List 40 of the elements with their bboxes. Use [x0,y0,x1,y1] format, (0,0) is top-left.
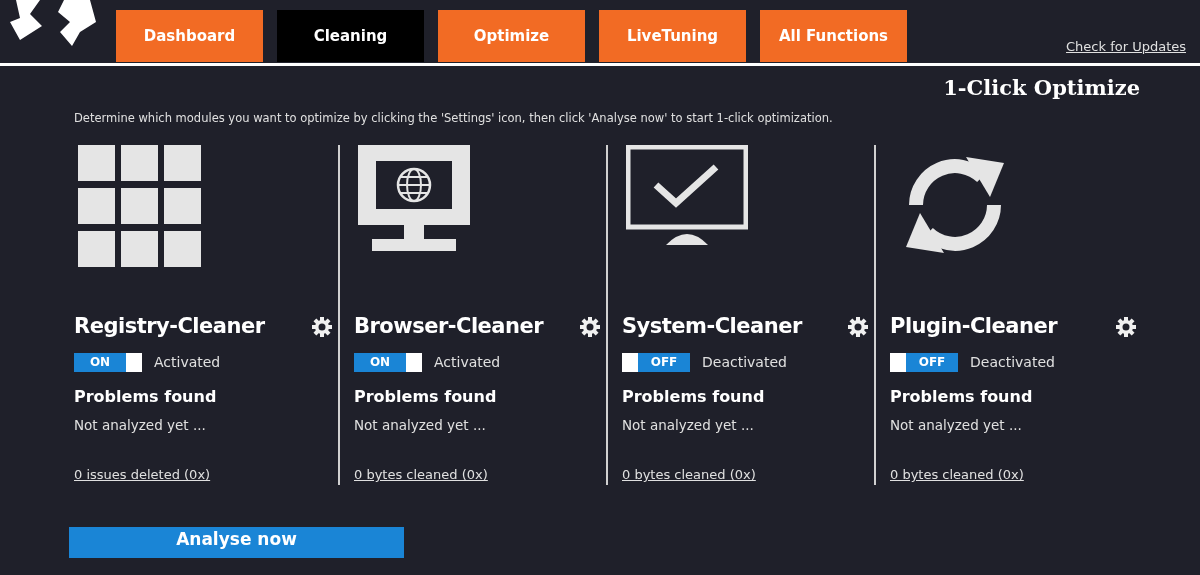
status-text: Activated [154,353,221,373]
problems-text: Not analyzed yet ... [74,416,207,436]
settings-icon[interactable] [312,316,332,337]
nav-tab[interactable]: Cleaning [277,10,424,62]
problems-heading: Problems found [74,386,218,409]
result-link[interactable]: 0 bytes cleaned (0x) [890,465,1024,485]
monitor-globe-icon [358,144,470,251]
toggle-switch[interactable]: OFF [622,353,690,373]
toggle-switch[interactable]: ON [354,353,422,373]
analyse-now-button[interactable]: Analyse now [69,527,404,558]
settings-icon[interactable] [1116,316,1136,337]
grid-icon [78,144,202,267]
description-text: Determine which modules you want to optimize by clicking the 'Settings' icon, then click 'Analyse now' to start 1-click optimization. [74,109,834,127]
nav-tab[interactable]: Optimize [438,10,585,62]
problems-heading: Problems found [622,386,766,409]
toggle-switch[interactable]: OFF [890,353,958,373]
status-text: Deactivated [970,353,1055,373]
result-link[interactable]: 0 bytes cleaned (0x) [622,465,756,485]
problems-text: Not analyzed yet ... [354,416,487,436]
problems-heading: Problems found [890,386,1034,409]
page-title: 1-Click Optimize [943,74,1140,102]
problems-heading: Problems found [354,386,498,409]
module-title: Browser-Cleaner [354,312,544,340]
monitor-check-icon [626,144,748,245]
module-title: Registry-Cleaner [74,312,265,340]
problems-text: Not analyzed yet ... [622,416,755,436]
nav-tab[interactable]: All Functions [760,10,907,62]
settings-icon[interactable] [580,316,600,337]
problems-text: Not analyzed yet ... [890,416,1023,436]
settings-icon[interactable] [848,316,868,337]
check-updates-link[interactable]: Check for Updates [1066,36,1186,56]
nav-tab[interactable]: LiveTuning [599,10,746,62]
toggle-switch[interactable]: ON [74,353,142,373]
module-title: System-Cleaner [622,312,802,340]
result-link[interactable]: 0 issues deleted (0x) [74,465,211,485]
module-title: Plugin-Cleaner [890,312,1057,340]
status-text: Deactivated [702,353,787,373]
nav-tab[interactable]: Dashboard [116,10,263,62]
status-text: Activated [434,353,501,373]
result-link[interactable]: 0 bytes cleaned (0x) [354,465,488,485]
